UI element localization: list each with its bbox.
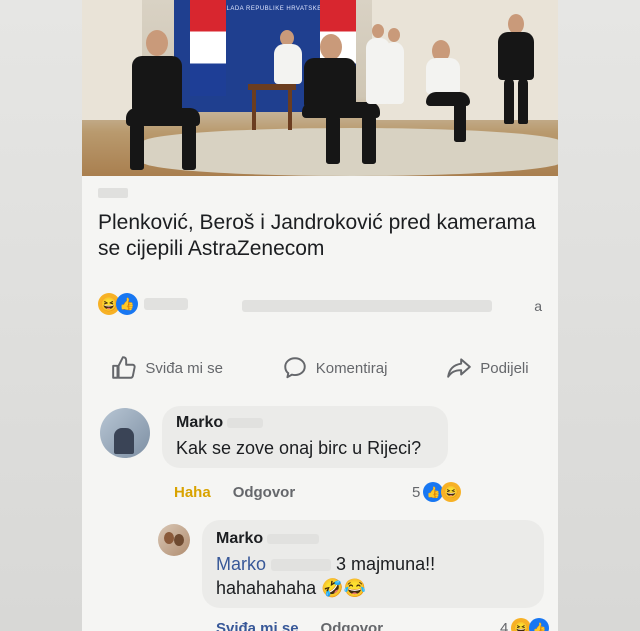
comment-author[interactable]: Marko	[176, 414, 434, 432]
comment-bubble-icon	[283, 357, 306, 379]
share-button[interactable]: Podijeli	[446, 355, 529, 381]
comment-reaction-count[interactable]: 5 👍 😆	[412, 482, 462, 502]
comment-button-label: Komentiraj	[315, 359, 388, 377]
action-bar: Sviđa mi se Komentiraj Podijeli	[82, 348, 558, 388]
avatar[interactable]	[100, 408, 150, 458]
reaction-count-blurred	[144, 298, 188, 310]
reply-meta: Sviđa mi se Odgovor	[216, 620, 383, 631]
comments-count-blurred	[242, 300, 492, 312]
shares-count-suffix: a	[534, 298, 542, 314]
share-button-label: Podijeli	[480, 359, 529, 377]
reply-author[interactable]: Marko	[216, 530, 530, 548]
reactions-summary[interactable]: 😆 👍	[98, 293, 188, 315]
thumbs-up-icon	[112, 356, 137, 379]
comment-button[interactable]: Komentiraj	[282, 355, 388, 381]
like-emoji-icon: 👍	[116, 293, 138, 315]
reply-reaction-count[interactable]: 4 😆 👍	[500, 618, 550, 631]
comment-author-name: Marko	[176, 414, 224, 431]
reply-link[interactable]: Odgovor	[321, 620, 384, 631]
standing-nurse	[384, 42, 404, 104]
comment-meta: Haha Odgovor	[174, 484, 295, 501]
post-headline[interactable]: Plenković, Beroš i Jandroković pred kame…	[98, 210, 548, 262]
comment-text: Kak se zove onaj birc u Rijeci?	[176, 438, 422, 458]
like-emoji-icon: 👍	[423, 482, 444, 502]
seated-man-center-legs	[362, 112, 376, 164]
banner-text: VLADA REPUBLIKE HRVATSKE	[222, 6, 322, 12]
reply-avatar[interactable]	[158, 524, 190, 556]
reply-bubble: Marko Marko 3 majmuna!! hahahahaha 🤣😂	[202, 520, 544, 608]
reply-text-line2: hahahahaha 🤣😂	[216, 576, 530, 600]
seated-man-right	[426, 58, 460, 94]
post-photo[interactable]: VLADA REPUBLIKE HRVATSKE	[82, 0, 558, 176]
person-head	[388, 28, 400, 42]
avatar-figure	[114, 428, 134, 454]
standing-man	[498, 32, 534, 80]
croatian-flag	[190, 0, 226, 96]
comment-bubble: Marko Kak se zove onaj birc u Rijeci?	[162, 406, 448, 468]
reply-link[interactable]: Odgovor	[233, 484, 296, 501]
seated-man-left-legs	[130, 120, 144, 170]
rofl-emoji-icon: 🤣😂	[321, 578, 366, 598]
table-leg	[288, 90, 292, 130]
person-head	[372, 24, 384, 38]
nurse	[274, 44, 302, 84]
standing-man-legs	[518, 78, 528, 124]
carpet	[142, 128, 558, 176]
haha-reaction-link[interactable]: Haha	[174, 484, 211, 501]
seated-man-right-legs	[454, 100, 466, 142]
post-card: VLADA REPUBLIKE HRVATSKE Plenković, Bero…	[82, 0, 558, 631]
seated-man-left-legs	[182, 120, 196, 170]
seated-man-center	[304, 58, 356, 108]
like-emoji-icon: 👍	[529, 618, 550, 631]
haha-emoji-icon: 😆	[441, 482, 462, 502]
reply-text-laugh: hahahahaha	[216, 578, 317, 598]
table-leg	[252, 90, 256, 130]
standing-man-legs	[504, 78, 514, 124]
surname-blurred	[267, 534, 320, 544]
reply-text: 3 majmuna!!	[336, 554, 436, 574]
person-head	[320, 34, 342, 60]
mention-surname-blurred	[271, 559, 332, 572]
seated-man-left	[132, 56, 182, 112]
reaction-count: 5	[412, 483, 421, 501]
reaction-count: 4	[500, 619, 509, 631]
source-blurred	[98, 188, 128, 198]
person-head	[508, 14, 524, 34]
avatar-face	[164, 532, 174, 544]
like-link[interactable]: Sviđa mi se	[216, 620, 299, 631]
avatar-face	[174, 534, 184, 546]
reply-text-line1: Marko 3 majmuna!!	[216, 552, 530, 576]
person-head	[146, 30, 168, 56]
reply-author-name: Marko	[216, 530, 264, 547]
like-button-label: Sviđa mi se	[145, 359, 223, 377]
like-button[interactable]: Sviđa mi se	[111, 355, 223, 381]
mention-link[interactable]: Marko	[216, 554, 266, 574]
seated-man-center-legs	[326, 112, 340, 164]
surname-blurred	[227, 418, 264, 428]
share-arrow-icon	[447, 358, 472, 378]
haha-emoji-icon: 😆	[511, 618, 532, 631]
